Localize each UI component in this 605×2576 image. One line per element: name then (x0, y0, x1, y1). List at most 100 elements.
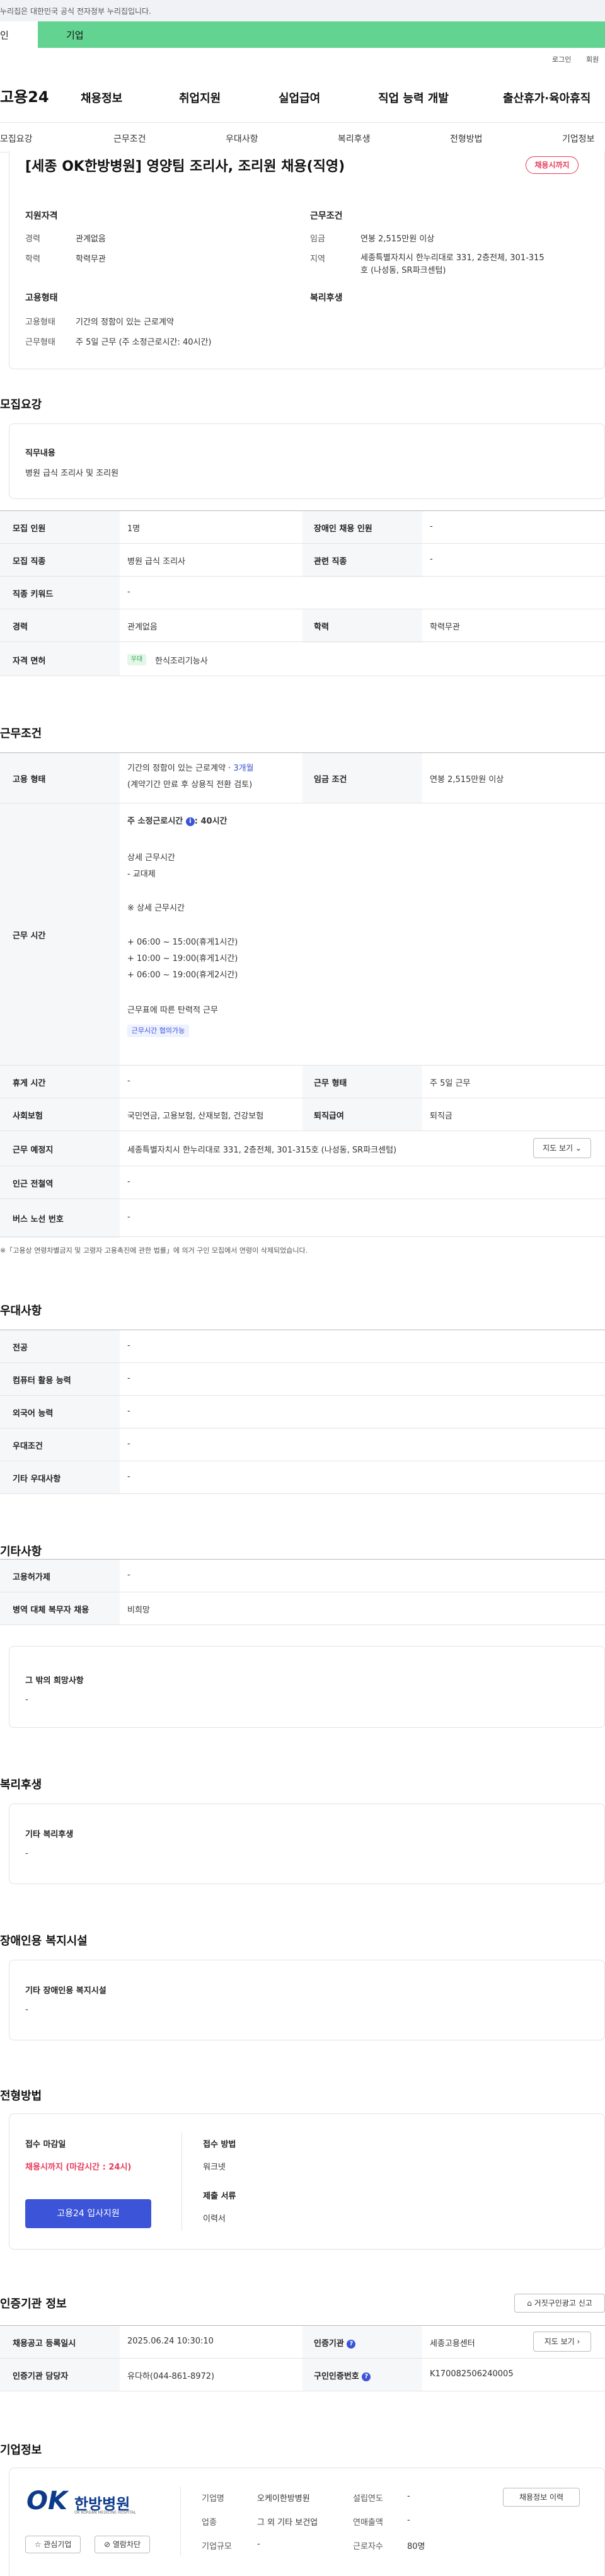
recruit-edu-value: 학력무관 (430, 623, 460, 632)
region-value-cont: 호 (나성동, SR파크센텀) (360, 266, 446, 275)
break-time-value: - (127, 1076, 130, 1086)
cert-agency-label-text: 인증기관 (314, 2339, 344, 2349)
bus-label: 버스 노선 번호 (13, 1215, 64, 1224)
row-divider (0, 1493, 605, 1494)
section-nav-preference[interactable]: 우대사항 (226, 132, 258, 145)
computer-skill-label: 컴퓨터 활용 능력 (13, 1376, 71, 1386)
work-form-value: 주 5일 근무 (주 소정근로시간: 40시간) (76, 338, 212, 347)
staff-count-value: 80명 (407, 2542, 425, 2551)
detail-hours-line: 근무표에 따른 탄력적 근무 (127, 1006, 218, 1015)
recruit-career-label: 경력 (13, 623, 28, 632)
registered-at-value: 2025.06.24 10:30:10 (127, 2337, 214, 2346)
map-button-label: 지도 보기 (544, 2337, 575, 2346)
work-type-label: 근무 형태 (314, 1079, 347, 1088)
detail-hours-line: + 06:00 ~ 19:00(휴게2시간) (127, 970, 238, 980)
welfare-card (9, 1803, 605, 1884)
gnb-item-employment-support[interactable]: 취업지원 (179, 89, 221, 106)
facility-card (9, 1960, 605, 2040)
row-divider (0, 1362, 605, 1363)
welfare-section-title: 복리후생 (0, 1778, 42, 1791)
wage-condition-label: 임금 조건 (314, 775, 347, 785)
section-nav-welfare[interactable]: 복리후생 (338, 132, 371, 145)
staff-count-label: 근로자수 (353, 2542, 383, 2551)
job-keyword-label: 직종 키워드 (13, 590, 54, 599)
subway-value: - (127, 1177, 130, 1187)
break-time-label: 휴게 시간 (13, 1079, 46, 1088)
section-nav-recruit[interactable]: 모집요강 (0, 132, 33, 145)
wage-condition-value: 연봉 2,515만원 이상 (430, 775, 504, 785)
recruit-job-label: 모집 직종 (13, 557, 46, 566)
info-icon[interactable]: ? (347, 2339, 356, 2349)
preferred-tag: 우대 (127, 654, 146, 665)
work-permit-value: - (127, 1570, 130, 1580)
company-section-title: 기업정보 (0, 2444, 42, 2457)
job-keyword-value: - (127, 587, 130, 597)
disabled-count-label: 장애인 채용 인원 (314, 524, 372, 534)
duty-value: 병원 급식 조리사 및 조리원 (25, 469, 119, 478)
info-icon[interactable]: ? (362, 2372, 371, 2381)
deadline-label: 접수 마감일 (25, 2140, 66, 2149)
employment-form-text: 기간의 정함이 있는 근로계약 · (127, 764, 234, 773)
row-divider (0, 1395, 605, 1396)
disabled-count-value: - (430, 522, 433, 531)
cert-agency-label: 인증기관 ? (314, 2337, 356, 2349)
section-nav-company[interactable]: 기업정보 (562, 132, 595, 145)
gnb-item-jobs[interactable]: 채용정보 (81, 89, 122, 106)
section-nav-conditions[interactable]: 근무조건 (113, 132, 146, 145)
registered-at-label: 채용공고 등록일시 (13, 2339, 76, 2349)
row-divider (0, 1428, 605, 1429)
detail-hours-line: + 06:00 ~ 15:00(휴게1시간) (127, 938, 238, 947)
recruit-count-value: 1명 (127, 524, 141, 534)
column-divider (180, 2487, 181, 2556)
agency-map-button[interactable]: 지도 보기 › (533, 2332, 591, 2352)
misc-card (9, 1646, 605, 1728)
subway-label: 인근 전철역 (13, 1180, 54, 1189)
report-fake-ad-button[interactable]: ⌂ 거짓구인광고 신고 (514, 2294, 605, 2313)
gnb-item-unemployment[interactable]: 실업급여 (279, 89, 320, 106)
login-link[interactable]: 로그인 (552, 54, 571, 64)
section-nav-screening[interactable]: 전형방법 (450, 132, 483, 145)
related-job-value: - (430, 555, 433, 564)
cert-agency-value: 세종고용센터 (430, 2339, 475, 2349)
age-law-footnote: ※「고용상 연령차별금지 및 고령자 고용촉진에 관한 법률」에 의거 구인 모… (0, 1246, 308, 1255)
row-divider (0, 2358, 605, 2359)
employment-form-note: (계약기간 만료 후 상용직 전환 검토) (127, 780, 253, 790)
join-link[interactable]: 회원 (586, 54, 599, 64)
career-label: 경력 (25, 234, 40, 244)
favorite-company-button[interactable]: ☆ 관심기업 (25, 2536, 81, 2553)
other-section-title: 기타사항 (0, 1545, 42, 1558)
career-value: 관계없음 (76, 234, 106, 244)
block-button-label: 열람차단 (112, 2540, 141, 2549)
screening-card (9, 2113, 605, 2250)
tab-corp[interactable]: 기업 (38, 21, 605, 48)
conditions-section-title: 근무조건 (0, 727, 42, 740)
misc-value: - (25, 1695, 28, 1705)
job-history-button[interactable]: 채용정보 이력 (503, 2488, 580, 2507)
tab-person[interactable]: 인 (0, 21, 38, 48)
site-logo[interactable]: 고용24 (0, 84, 49, 106)
related-job-label: 관련 직종 (314, 557, 347, 566)
qualification-heading: 지원자격 (25, 211, 58, 221)
workplace-label: 근무 예정지 (13, 1146, 54, 1155)
workplace-map-button[interactable]: 지도 보기 ⌄ (533, 1138, 591, 1158)
gnb-item-vocational[interactable]: 직업 능력 개발 (378, 89, 449, 106)
method-label: 접수 방법 (203, 2140, 236, 2149)
favorite-button-label: 관심기업 (43, 2540, 72, 2549)
gov-banner: 누리집은 대한민국 공식 전자정부 누리집입니다. (0, 0, 605, 21)
company-name-label: 기업명 (202, 2494, 224, 2504)
auth-number-label: 구인인증번호 ? (314, 2369, 371, 2381)
gnb-item-leave[interactable]: 출산휴가·육아휴직 (503, 89, 591, 106)
region-value: 세종특별자치시 한누리대로 331, 2층전체, 301-315 (360, 253, 544, 263)
audience-tabs: 인 기업 (0, 21, 605, 48)
industry-value: 그 외 기타 보건업 (257, 2518, 318, 2527)
company-size-label: 기업규모 (202, 2542, 232, 2551)
info-icon[interactable]: i (185, 817, 195, 826)
map-button-label: 지도 보기 (543, 1144, 573, 1153)
contract-period-link[interactable]: 3개월 (233, 764, 253, 773)
work-condition-heading: 근무조건 (310, 211, 343, 221)
table-header-col (0, 511, 120, 662)
major-label: 전공 (13, 1343, 28, 1353)
apply-button[interactable]: 고용24 입사지원 (25, 2199, 151, 2228)
block-company-button[interactable]: ⊘ 열람차단 (95, 2536, 150, 2553)
company-logo-sub: OK KOREAN MEDICINE HOSPITAL (74, 2510, 136, 2515)
